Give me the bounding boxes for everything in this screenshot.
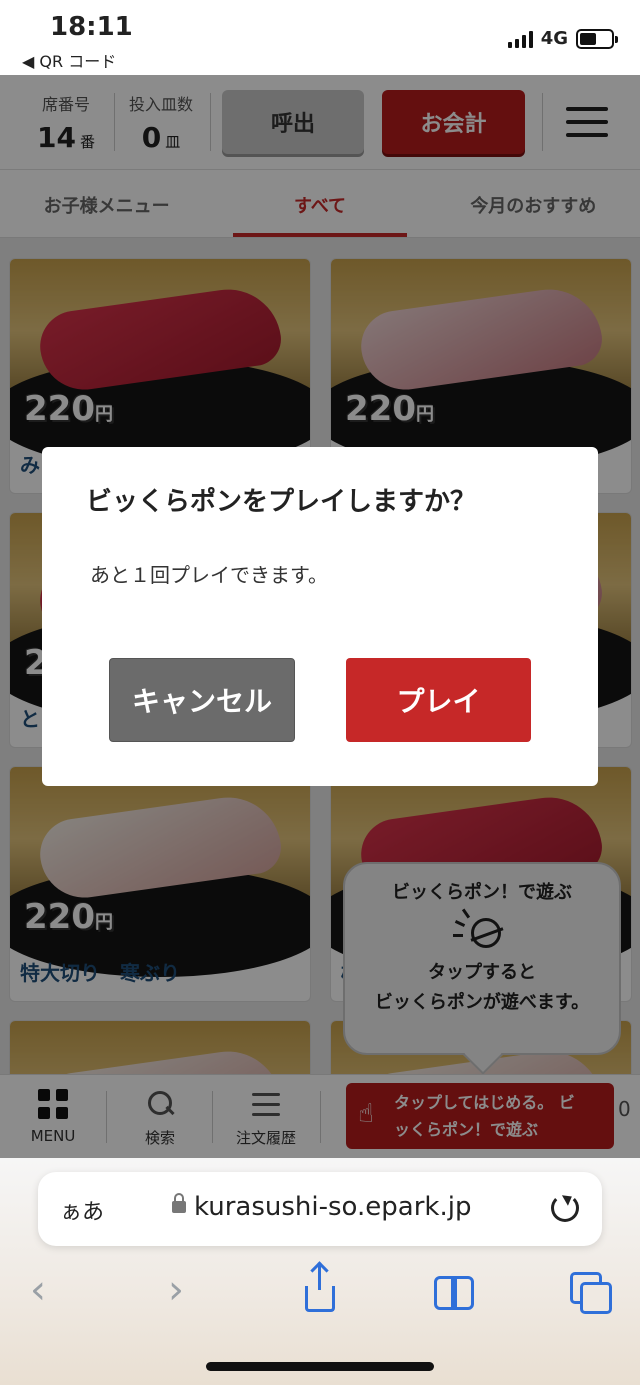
home-indicator[interactable]: [206, 1362, 434, 1371]
book-icon: [434, 1276, 474, 1310]
signal-icon: [507, 30, 533, 48]
back-button[interactable]: ‹: [30, 1270, 70, 1310]
status-time: 18:11: [50, 12, 133, 42]
tabs-icon: [570, 1272, 612, 1314]
share-button[interactable]: [300, 1264, 340, 1312]
dialog-message: あと１回プレイできます。: [90, 563, 328, 587]
chevron-left-icon: ‹: [30, 1267, 46, 1313]
dialog-title: ビッくらポンをプレイしますか？: [86, 487, 477, 517]
reload-icon[interactable]: [551, 1194, 579, 1222]
battery-icon: [576, 28, 618, 49]
cancel-button[interactable]: キャンセル: [109, 658, 295, 742]
play-confirm-dialog: ビッくらポンをプレイしますか？ あと１回プレイできます。 キャンセル プレイ: [42, 447, 598, 786]
reader-options-button[interactable]: ぁあ: [60, 1194, 104, 1226]
back-to-app-link[interactable]: ◀ QR コード: [22, 48, 116, 72]
share-icon: [305, 1264, 335, 1312]
address-bar[interactable]: ぁあ kurasushi-so.epark.jp: [38, 1172, 602, 1246]
chevron-right-icon: ›: [168, 1267, 184, 1313]
url-text[interactable]: kurasushi-so.epark.jp: [194, 1192, 471, 1222]
status-icons: 4G: [507, 28, 618, 49]
browser-toolbar: ぁあ kurasushi-so.epark.jp ‹ ›: [0, 1158, 640, 1385]
bookmarks-button[interactable]: [434, 1270, 474, 1310]
play-button[interactable]: プレイ: [346, 658, 531, 742]
tabs-button[interactable]: [570, 1270, 612, 1314]
network-type: 4G: [540, 28, 568, 49]
forward-button[interactable]: ›: [168, 1270, 208, 1310]
status-bar: 18:11 ◀ QR コード 4G: [0, 0, 640, 75]
lock-icon: [172, 1193, 186, 1213]
